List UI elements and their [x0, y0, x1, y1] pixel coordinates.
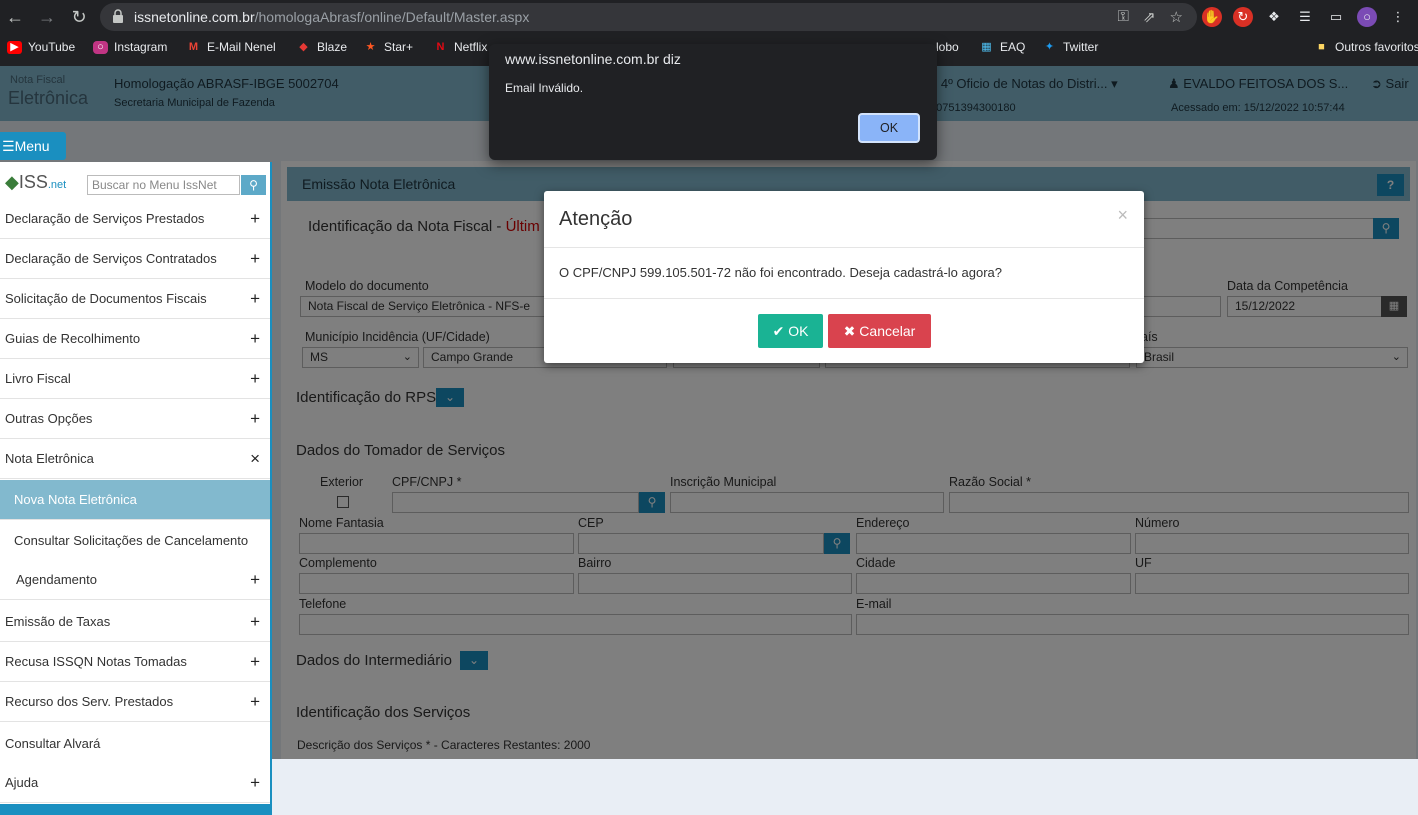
search-icon[interactable]: ⚲ — [241, 175, 266, 195]
sidebar-item-guias[interactable]: Guias de Recolhimento + — [0, 319, 270, 359]
menu-search-input[interactable]: Buscar no Menu IssNet — [87, 175, 240, 195]
star-icon[interactable]: ☆ — [1170, 8, 1183, 26]
forward-icon[interactable]: → — [36, 6, 58, 28]
sidebar-item-recurso[interactable]: Recurso dos Serv. Prestados + — [0, 682, 270, 722]
sidebar-item-livro-fiscal[interactable]: Livro Fiscal + — [0, 359, 270, 399]
plus-icon: + — [250, 209, 260, 228]
blaze-icon: ◆ — [299, 40, 308, 53]
extension-red-icon[interactable]: ↻ — [1233, 7, 1253, 27]
plus-icon: + — [250, 692, 260, 711]
issnet-logo: ◆ISS.net — [5, 172, 67, 192]
sidebar-item-outras-opcoes[interactable]: Outras Opções + — [0, 399, 270, 439]
bookmark-youtube[interactable]: ▶ YouTube — [7, 40, 75, 54]
modal-divider — [544, 298, 1144, 299]
bookmark-instagram[interactable]: ○ Instagram — [93, 40, 167, 54]
key-icon[interactable]: ⚿ — [1118, 8, 1129, 26]
sidepanel-icon[interactable]: ▭ — [1326, 7, 1346, 27]
alert-title: www.issnetonline.com.br diz — [505, 51, 681, 67]
plus-icon: + — [250, 249, 260, 268]
avatar[interactable]: ○ — [1357, 7, 1377, 27]
bookmark-globo[interactable]: lobo — [936, 40, 959, 54]
reload-icon[interactable]: ↻ — [68, 6, 90, 28]
sidebar-item-ajuda[interactable]: Ajuda + — [0, 763, 270, 803]
netflix-icon: N — [436, 40, 445, 53]
close-icon[interactable]: × — [1117, 205, 1128, 226]
modal-title: Atenção — [559, 208, 633, 230]
issnet-logo-icon: ◆ — [5, 172, 19, 192]
sidebar-footer — [0, 804, 270, 815]
bookmark-other-folder[interactable]: ■ Outros favoritos — [1314, 40, 1418, 54]
modal-message: O CPF/CNPJ 599.105.501-72 não foi encont… — [559, 265, 1002, 280]
sidebar-item-agendamento[interactable]: Agendamento + — [0, 560, 270, 600]
alert-ok-button[interactable]: OK — [858, 113, 920, 143]
address-bar[interactable]: issnetonline.com.br/homologaAbrasf/onlin… — [100, 3, 1197, 31]
close-icon: ✖ — [843, 323, 856, 339]
bookmark-twitter[interactable]: ✦ Twitter — [1042, 40, 1098, 54]
bookmark-starplus[interactable]: ★ Star+ — [363, 40, 413, 54]
sidebar-item-emissao-taxas[interactable]: Emissão de Taxas + — [0, 602, 270, 642]
sidebar-item-recusa-issqn[interactable]: Recusa ISSQN Notas Tomadas + — [0, 642, 270, 682]
sidebar-item-documentos-fiscais[interactable]: Solicitação de Documentos Fiscais + — [0, 279, 270, 319]
sidebar-item-servicos-contratados[interactable]: Declaração de Serviços Contratados + — [0, 239, 270, 279]
sidebar-item-nova-nota[interactable]: Nova Nota Eletrônica — [0, 480, 270, 520]
sidebar-item-nota-eletronica[interactable]: Nota Eletrônica × — [0, 439, 270, 479]
plus-icon: + — [250, 369, 260, 388]
bookmark-netflix[interactable]: N Netflix — [433, 40, 488, 54]
close-icon: × — [250, 449, 260, 468]
confirm-modal: Atenção × O CPF/CNPJ 599.105.501-72 não … — [544, 191, 1144, 363]
plus-icon: + — [250, 409, 260, 428]
modal-ok-button[interactable]: ✔ OK — [758, 314, 823, 348]
browser-alert-dialog: www.issnetonline.com.br diz Email Inváli… — [489, 44, 937, 160]
star-plus-icon: ★ — [365, 40, 376, 53]
youtube-icon: ▶ — [7, 40, 22, 54]
plus-icon: + — [250, 570, 260, 589]
modal-divider — [544, 247, 1144, 248]
kebab-menu-icon[interactable]: ⋮ — [1388, 7, 1408, 27]
sidebar-item-servicos-prestados[interactable]: Declaração de Serviços Prestados + — [0, 199, 270, 239]
lock-icon — [113, 9, 123, 23]
plus-icon: + — [250, 289, 260, 308]
sidebar-item-consultar-cancelamento[interactable]: Consultar Solicitações de Cancelamento — [0, 521, 270, 561]
bookmark-email[interactable]: M E-Mail Nenel — [186, 40, 276, 54]
sidebar: ◆ISS.net Buscar no Menu IssNet ⚲ Declara… — [0, 162, 272, 815]
check-icon: ✔ — [772, 323, 785, 339]
url-text: issnetonline.com.br/homologaAbrasf/onlin… — [134, 9, 530, 25]
hamburger-icon: ☰ — [2, 138, 15, 154]
bookmark-eaq[interactable]: ▦ EAQ — [979, 40, 1025, 54]
back-icon[interactable]: ← — [4, 6, 26, 28]
sidebar-search: ◆ISS.net Buscar no Menu IssNet ⚲ — [0, 162, 270, 202]
address-row: ← → ↻ issnetonline.com.br/homologaAbrasf… — [0, 0, 1418, 34]
folder-icon: ■ — [1318, 40, 1325, 53]
plus-icon: + — [250, 329, 260, 348]
sidebar-item-alvara[interactable]: Consultar Alvará — [0, 724, 270, 764]
menu-toggle-button[interactable]: ☰Menu — [0, 132, 66, 160]
instagram-icon: ○ — [93, 40, 108, 54]
puzzle-icon[interactable]: ❖ — [1264, 7, 1284, 27]
media-icon[interactable]: ☰ — [1295, 7, 1315, 27]
alert-message: Email Inválido. — [505, 81, 584, 95]
modal-cancel-button[interactable]: ✖ Cancelar — [828, 314, 931, 348]
plus-icon: + — [250, 773, 260, 792]
share-icon[interactable]: ⇗ — [1143, 8, 1156, 26]
bookmark-blaze[interactable]: ◆ Blaze — [296, 40, 347, 54]
plus-icon: + — [250, 612, 260, 631]
gmail-icon: M — [188, 40, 199, 53]
plus-icon: + — [250, 652, 260, 671]
eaq-icon: ▦ — [981, 40, 992, 53]
adblock-icon[interactable]: ✋ — [1202, 7, 1222, 27]
twitter-icon: ✦ — [1044, 40, 1055, 53]
